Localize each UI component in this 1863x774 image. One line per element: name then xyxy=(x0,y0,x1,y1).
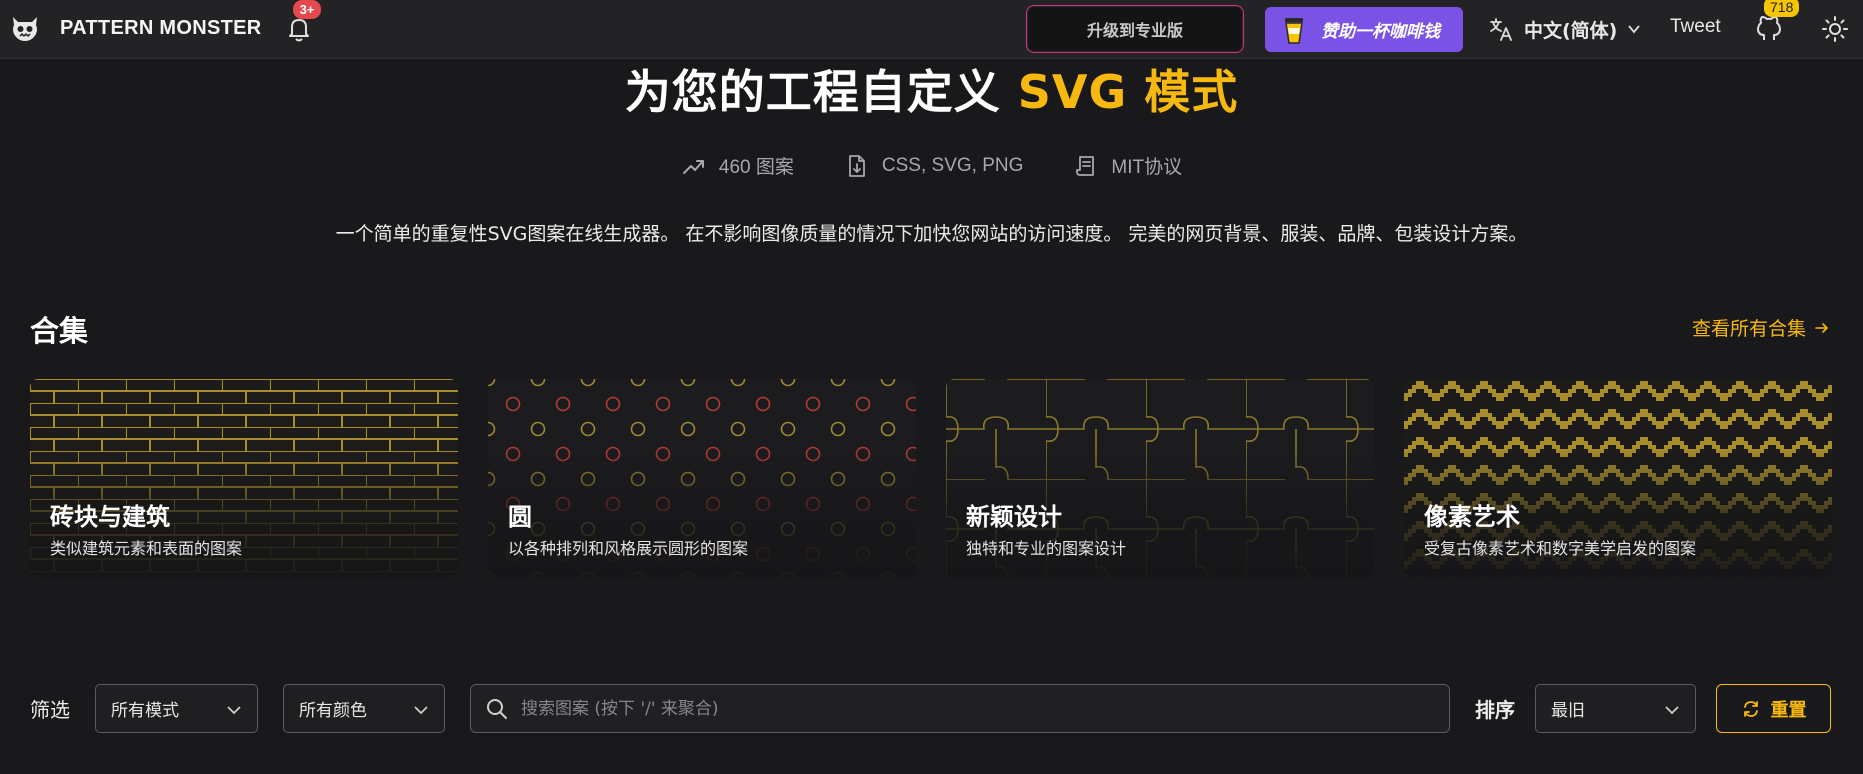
top-nav: PATTERN MONSTER 3+ 升级到专业版 赞助一杯咖啡钱 中文(简体)… xyxy=(0,0,1863,59)
hero-title: 为您的工程自定义 SVG 模式 xyxy=(0,56,1863,122)
hero-stats: 460 图案 CSS, SVG, PNG MIT协议 xyxy=(0,152,1863,179)
collection-card-novel[interactable]: 新颖设计 独特和专业的图案设计 xyxy=(946,379,1374,578)
chevron-down-icon xyxy=(1665,706,1679,715)
filter-label: 筛选 xyxy=(30,698,70,722)
card-description: 受复古像素艺术和数字美学启发的图案 xyxy=(1424,539,1697,558)
stat-formats-label: CSS, SVG, PNG xyxy=(881,154,1024,176)
card-description: 独特和专业的图案设计 xyxy=(966,539,1127,558)
stat-pattern-count: 460 图案 xyxy=(681,152,794,179)
collection-card-pixel-art[interactable]: 像素艺术 受复古像素艺术和数字美学启发的图案 xyxy=(1404,379,1832,578)
chevron-down-icon xyxy=(414,706,428,715)
search-input[interactable] xyxy=(521,698,1421,719)
monster-logo-icon[interactable] xyxy=(10,13,40,43)
hero-tagline: 一个简单的重复性SVG图案在线生成器。 在不影响图像质量的情况下加快您网站的访问… xyxy=(335,223,1528,245)
hero-title-main: 为您的工程自定义 xyxy=(624,65,1018,119)
stat-pattern-count-label: 460 图案 xyxy=(718,157,794,178)
mode-select-value: 所有模式 xyxy=(111,701,179,721)
mode-select[interactable]: 所有模式 xyxy=(95,684,258,733)
buy-coffee-button[interactable]: 赞助一杯咖啡钱 xyxy=(1265,7,1463,52)
color-select[interactable]: 所有颜色 xyxy=(283,684,445,733)
collection-card-bricks[interactable]: 砖块与建筑 类似建筑元素和表面的图案 xyxy=(30,379,458,578)
refresh-icon xyxy=(1743,700,1758,717)
coffee-cup-icon xyxy=(1285,17,1303,44)
trending-up-icon xyxy=(682,159,704,174)
language-selector[interactable]: 中文(简体) xyxy=(1488,14,1641,44)
upgrade-pro-label: 升级到专业版 xyxy=(1086,21,1183,40)
search-icon xyxy=(487,698,507,719)
tweet-link[interactable]: Tweet xyxy=(1670,16,1721,38)
view-all-collections-link[interactable]: 查看所有合集 xyxy=(1692,314,1830,341)
stat-formats: CSS, SVG, PNG xyxy=(844,152,1023,179)
pattern-search-box[interactable] xyxy=(470,684,1450,733)
card-description: 以各种排列和风格展示圆形的图案 xyxy=(508,539,749,558)
collection-card-circles[interactable]: 圆 以各种排列和风格展示圆形的图案 xyxy=(488,379,916,578)
license-icon xyxy=(1076,155,1095,176)
card-title: 砖块与建筑 xyxy=(50,503,170,531)
stat-license-label: MIT协议 xyxy=(1111,157,1183,178)
collections-heading: 合集 xyxy=(30,314,89,348)
card-title: 像素艺术 xyxy=(1424,503,1520,531)
language-label: 中文(简体) xyxy=(1524,19,1618,42)
color-select-value: 所有颜色 xyxy=(299,701,367,721)
sort-select-value: 最旧 xyxy=(1551,701,1585,721)
reset-label: 重置 xyxy=(1770,699,1807,721)
chevron-down-icon xyxy=(227,706,241,715)
view-all-label: 查看所有合集 xyxy=(1691,318,1806,340)
notification-badge: 3+ xyxy=(293,0,321,19)
hero-title-highlight: SVG 模式 xyxy=(1017,65,1239,119)
sort-select[interactable]: 最旧 xyxy=(1535,684,1696,733)
card-description: 类似建筑元素和表面的图案 xyxy=(50,539,243,558)
brand-name[interactable]: PATTERN MONSTER xyxy=(60,17,262,40)
upgrade-pro-button[interactable]: 升级到专业版 xyxy=(1026,5,1244,53)
reset-button[interactable]: 重置 xyxy=(1716,684,1831,733)
card-title: 新颖设计 xyxy=(966,503,1062,531)
sun-icon[interactable] xyxy=(1820,14,1850,44)
translate-icon xyxy=(1490,18,1512,41)
github-icon[interactable] xyxy=(1755,13,1783,43)
file-download-icon xyxy=(848,154,865,177)
arrow-right-icon xyxy=(1815,322,1828,333)
card-title: 圆 xyxy=(508,503,532,531)
buy-coffee-label: 赞助一杯咖啡钱 xyxy=(1321,22,1440,42)
chevron-down-icon xyxy=(1628,25,1641,34)
github-stars-badge: 718 xyxy=(1764,0,1800,17)
stat-license: MIT协议 xyxy=(1073,152,1182,179)
sort-label: 排序 xyxy=(1475,698,1515,722)
